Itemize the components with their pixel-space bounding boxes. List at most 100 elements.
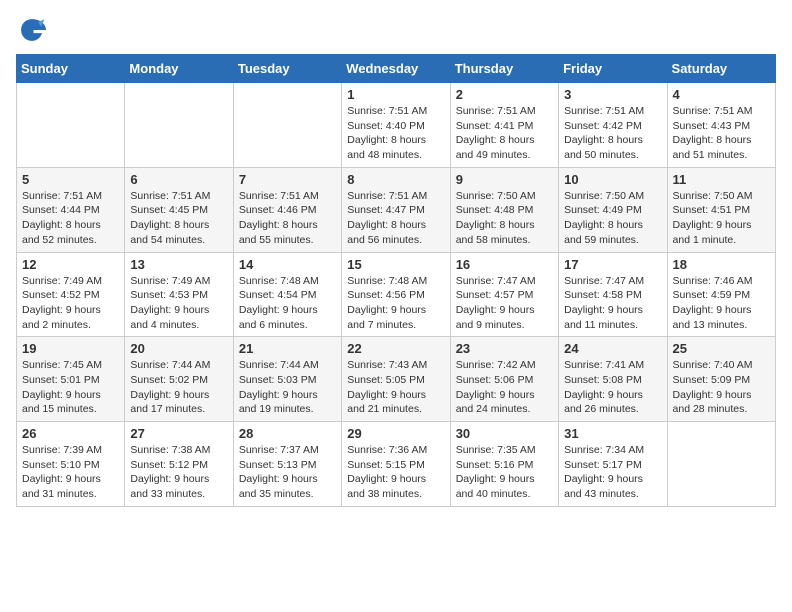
column-header-friday: Friday bbox=[559, 55, 667, 83]
day-number: 21 bbox=[239, 341, 336, 356]
day-info: Sunrise: 7:46 AM Sunset: 4:59 PM Dayligh… bbox=[673, 274, 770, 333]
calendar-cell: 6 Sunrise: 7:51 AM Sunset: 4:45 PM Daylig… bbox=[125, 167, 233, 252]
day-info: Sunrise: 7:39 AM Sunset: 5:10 PM Dayligh… bbox=[22, 443, 119, 502]
day-info: Sunrise: 7:49 AM Sunset: 4:53 PM Dayligh… bbox=[130, 274, 227, 333]
day-number: 13 bbox=[130, 257, 227, 272]
day-info: Sunrise: 7:51 AM Sunset: 4:40 PM Dayligh… bbox=[347, 104, 444, 163]
day-number: 7 bbox=[239, 172, 336, 187]
day-number: 23 bbox=[456, 341, 553, 356]
column-header-wednesday: Wednesday bbox=[342, 55, 450, 83]
day-info: Sunrise: 7:35 AM Sunset: 5:16 PM Dayligh… bbox=[456, 443, 553, 502]
calendar-cell: 19Sunrise: 7:45 AM Sunset: 5:01 PM Dayli… bbox=[17, 337, 125, 422]
calendar-cell: 25 Sunrise: 7:40 AM Sunset: 5:09 PM Dayli… bbox=[667, 337, 775, 422]
day-number: 24 bbox=[564, 341, 661, 356]
column-header-thursday: Thursday bbox=[450, 55, 558, 83]
calendar-cell: 23 Sunrise: 7:42 AM Sunset: 5:06 PM Dayli… bbox=[450, 337, 558, 422]
day-info: Sunrise: 7:44 AM Sunset: 5:02 PM Dayligh… bbox=[130, 358, 227, 417]
calendar-cell: 16Sunrise: 7:47 AM Sunset: 4:57 PM Dayli… bbox=[450, 252, 558, 337]
column-header-sunday: Sunday bbox=[17, 55, 125, 83]
calendar-cell: 18Sunrise: 7:46 AM Sunset: 4:59 PM Dayli… bbox=[667, 252, 775, 337]
calendar-week-row: 26 Sunrise: 7:39 AM Sunset: 5:10 PM Dayli… bbox=[17, 422, 776, 507]
calendar-cell bbox=[233, 83, 341, 168]
day-number: 11 bbox=[673, 172, 770, 187]
calendar-cell: 28 Sunrise: 7:37 AM Sunset: 5:13 PM Dayli… bbox=[233, 422, 341, 507]
day-number: 17 bbox=[564, 257, 661, 272]
calendar-cell: 26 Sunrise: 7:39 AM Sunset: 5:10 PM Dayli… bbox=[17, 422, 125, 507]
day-info: Sunrise: 7:51 AM Sunset: 4:42 PM Dayligh… bbox=[564, 104, 661, 163]
calendar-cell: 4Sunrise: 7:51 AM Sunset: 4:43 PM Daylig… bbox=[667, 83, 775, 168]
day-number: 10 bbox=[564, 172, 661, 187]
day-number: 4 bbox=[673, 87, 770, 102]
day-number: 20 bbox=[130, 341, 227, 356]
calendar-cell: 21Sunrise: 7:44 AM Sunset: 5:03 PM Dayli… bbox=[233, 337, 341, 422]
calendar-header-row: SundayMondayTuesdayWednesdayThursdayFrid… bbox=[17, 55, 776, 83]
calendar-cell: 20 Sunrise: 7:44 AM Sunset: 5:02 PM Dayli… bbox=[125, 337, 233, 422]
day-number: 28 bbox=[239, 426, 336, 441]
day-info: Sunrise: 7:50 AM Sunset: 4:51 PM Dayligh… bbox=[673, 189, 770, 248]
day-info: Sunrise: 7:40 AM Sunset: 5:09 PM Dayligh… bbox=[673, 358, 770, 417]
calendar-week-row: 5 Sunrise: 7:51 AM Sunset: 4:44 PM Daylig… bbox=[17, 167, 776, 252]
day-info: Sunrise: 7:45 AM Sunset: 5:01 PM Dayligh… bbox=[22, 358, 119, 417]
calendar-cell: 15 Sunrise: 7:48 AM Sunset: 4:56 PM Dayli… bbox=[342, 252, 450, 337]
day-info: Sunrise: 7:48 AM Sunset: 4:56 PM Dayligh… bbox=[347, 274, 444, 333]
calendar-cell: 14 Sunrise: 7:48 AM Sunset: 4:54 PM Dayli… bbox=[233, 252, 341, 337]
day-info: Sunrise: 7:43 AM Sunset: 5:05 PM Dayligh… bbox=[347, 358, 444, 417]
day-info: Sunrise: 7:34 AM Sunset: 5:17 PM Dayligh… bbox=[564, 443, 661, 502]
day-number: 26 bbox=[22, 426, 119, 441]
calendar-cell: 31 Sunrise: 7:34 AM Sunset: 5:17 PM Dayli… bbox=[559, 422, 667, 507]
page-header bbox=[16, 16, 776, 44]
day-info: Sunrise: 7:51 AM Sunset: 4:45 PM Dayligh… bbox=[130, 189, 227, 248]
day-number: 5 bbox=[22, 172, 119, 187]
day-number: 15 bbox=[347, 257, 444, 272]
day-number: 6 bbox=[130, 172, 227, 187]
calendar-week-row: 1 Sunrise: 7:51 AM Sunset: 4:40 PM Daylig… bbox=[17, 83, 776, 168]
day-number: 2 bbox=[456, 87, 553, 102]
calendar-cell: 12Sunrise: 7:49 AM Sunset: 4:52 PM Dayli… bbox=[17, 252, 125, 337]
day-info: Sunrise: 7:51 AM Sunset: 4:46 PM Dayligh… bbox=[239, 189, 336, 248]
day-number: 30 bbox=[456, 426, 553, 441]
day-info: Sunrise: 7:38 AM Sunset: 5:12 PM Dayligh… bbox=[130, 443, 227, 502]
calendar-cell bbox=[17, 83, 125, 168]
day-number: 22 bbox=[347, 341, 444, 356]
logo-icon bbox=[18, 16, 46, 44]
logo bbox=[16, 16, 46, 44]
calendar-cell: 24 Sunrise: 7:41 AM Sunset: 5:08 PM Dayli… bbox=[559, 337, 667, 422]
calendar-cell: 22 Sunrise: 7:43 AM Sunset: 5:05 PM Dayli… bbox=[342, 337, 450, 422]
day-number: 14 bbox=[239, 257, 336, 272]
day-info: Sunrise: 7:49 AM Sunset: 4:52 PM Dayligh… bbox=[22, 274, 119, 333]
calendar-cell bbox=[125, 83, 233, 168]
day-info: Sunrise: 7:47 AM Sunset: 4:57 PM Dayligh… bbox=[456, 274, 553, 333]
day-info: Sunrise: 7:47 AM Sunset: 4:58 PM Dayligh… bbox=[564, 274, 661, 333]
calendar-cell: 10 Sunrise: 7:50 AM Sunset: 4:49 PM Dayli… bbox=[559, 167, 667, 252]
calendar-cell: 8Sunrise: 7:51 AM Sunset: 4:47 PM Daylig… bbox=[342, 167, 450, 252]
calendar-table: SundayMondayTuesdayWednesdayThursdayFrid… bbox=[16, 54, 776, 507]
day-info: Sunrise: 7:36 AM Sunset: 5:15 PM Dayligh… bbox=[347, 443, 444, 502]
day-info: Sunrise: 7:51 AM Sunset: 4:44 PM Dayligh… bbox=[22, 189, 119, 248]
calendar-cell: 7 Sunrise: 7:51 AM Sunset: 4:46 PM Daylig… bbox=[233, 167, 341, 252]
calendar-cell: 17 Sunrise: 7:47 AM Sunset: 4:58 PM Dayli… bbox=[559, 252, 667, 337]
column-header-tuesday: Tuesday bbox=[233, 55, 341, 83]
day-number: 8 bbox=[347, 172, 444, 187]
calendar-cell: 5 Sunrise: 7:51 AM Sunset: 4:44 PM Daylig… bbox=[17, 167, 125, 252]
day-number: 3 bbox=[564, 87, 661, 102]
day-number: 29 bbox=[347, 426, 444, 441]
calendar-cell: 2 Sunrise: 7:51 AM Sunset: 4:41 PM Daylig… bbox=[450, 83, 558, 168]
day-info: Sunrise: 7:37 AM Sunset: 5:13 PM Dayligh… bbox=[239, 443, 336, 502]
day-info: Sunrise: 7:51 AM Sunset: 4:41 PM Dayligh… bbox=[456, 104, 553, 163]
day-info: Sunrise: 7:41 AM Sunset: 5:08 PM Dayligh… bbox=[564, 358, 661, 417]
day-number: 1 bbox=[347, 87, 444, 102]
column-header-saturday: Saturday bbox=[667, 55, 775, 83]
day-info: Sunrise: 7:50 AM Sunset: 4:48 PM Dayligh… bbox=[456, 189, 553, 248]
calendar-cell: 30 Sunrise: 7:35 AM Sunset: 5:16 PM Dayli… bbox=[450, 422, 558, 507]
calendar-cell: 1 Sunrise: 7:51 AM Sunset: 4:40 PM Daylig… bbox=[342, 83, 450, 168]
calendar-cell: 13 Sunrise: 7:49 AM Sunset: 4:53 PM Dayli… bbox=[125, 252, 233, 337]
day-info: Sunrise: 7:42 AM Sunset: 5:06 PM Dayligh… bbox=[456, 358, 553, 417]
calendar-cell: 3 Sunrise: 7:51 AM Sunset: 4:42 PM Daylig… bbox=[559, 83, 667, 168]
day-info: Sunrise: 7:48 AM Sunset: 4:54 PM Dayligh… bbox=[239, 274, 336, 333]
day-number: 31 bbox=[564, 426, 661, 441]
day-info: Sunrise: 7:50 AM Sunset: 4:49 PM Dayligh… bbox=[564, 189, 661, 248]
calendar-week-row: 12Sunrise: 7:49 AM Sunset: 4:52 PM Dayli… bbox=[17, 252, 776, 337]
calendar-cell bbox=[667, 422, 775, 507]
day-number: 25 bbox=[673, 341, 770, 356]
calendar-week-row: 19Sunrise: 7:45 AM Sunset: 5:01 PM Dayli… bbox=[17, 337, 776, 422]
